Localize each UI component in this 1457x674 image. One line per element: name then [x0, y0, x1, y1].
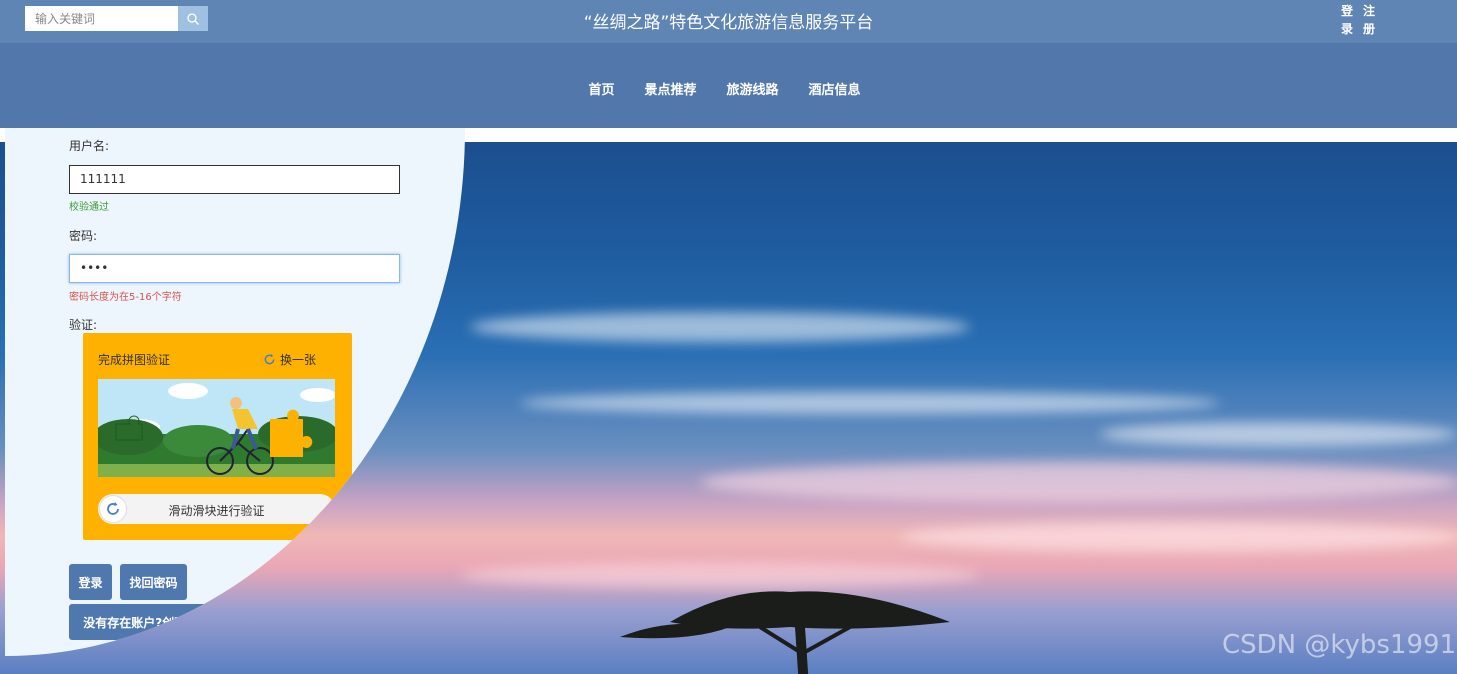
- login-link[interactable]: 登 录: [1340, 2, 1354, 38]
- login-button[interactable]: 登录: [69, 564, 112, 600]
- captcha-title: 完成拼图验证: [98, 353, 171, 367]
- acacia-tree-icon: [620, 591, 950, 674]
- username-field[interactable]: 111111: [69, 165, 400, 194]
- captcha-refresh-button[interactable]: 换一张: [263, 351, 316, 368]
- refresh-icon: [107, 502, 119, 515]
- login-link-char: 录: [1340, 22, 1353, 36]
- captcha-slider-track[interactable]: 滑动滑块进行验证: [98, 494, 335, 524]
- watermark: CSDN @kybs1991: [1222, 630, 1457, 660]
- refresh-icon: [264, 353, 275, 365]
- forgot-password-button[interactable]: 找回密码: [120, 564, 187, 600]
- nav-item-hotels[interactable]: 酒店信息: [809, 79, 861, 98]
- nav-item-attractions[interactable]: 景点推荐: [644, 79, 696, 98]
- password-field[interactable]: ••••: [69, 254, 400, 283]
- captcha-box: 完成拼图验证 换一张 滑动滑块进行验证: [83, 333, 352, 540]
- site-title: “丝绸之路”特色文化旅游信息服务平台: [583, 13, 874, 33]
- captcha-refresh-label: 换一张: [280, 353, 317, 367]
- nav-item-home[interactable]: 首页: [588, 79, 614, 98]
- register-link-char: 册: [1362, 22, 1375, 36]
- main-menu: 首页 景点推荐 旅游线路 酒店信息: [0, 79, 1457, 98]
- register-link-char: 注: [1362, 4, 1375, 18]
- verify-label: 验证:: [69, 318, 98, 332]
- nav-item-routes[interactable]: 旅游线路: [727, 79, 779, 98]
- create-account-button[interactable]: 没有存在账户?创建一个账户吧!: [69, 604, 266, 640]
- password-label: 密码:: [69, 229, 98, 243]
- slider-hint: 滑动滑块进行验证: [168, 504, 265, 518]
- password-error: 密码长度为在5-16个字符: [69, 292, 182, 303]
- register-link[interactable]: 注 册: [1362, 2, 1376, 38]
- captcha-puzzle-image: [98, 379, 335, 477]
- username-label: 用户名:: [69, 139, 110, 153]
- slider-handle[interactable]: [99, 495, 127, 523]
- username-status: 校验通过: [69, 202, 109, 213]
- login-link-char: 登: [1340, 4, 1353, 18]
